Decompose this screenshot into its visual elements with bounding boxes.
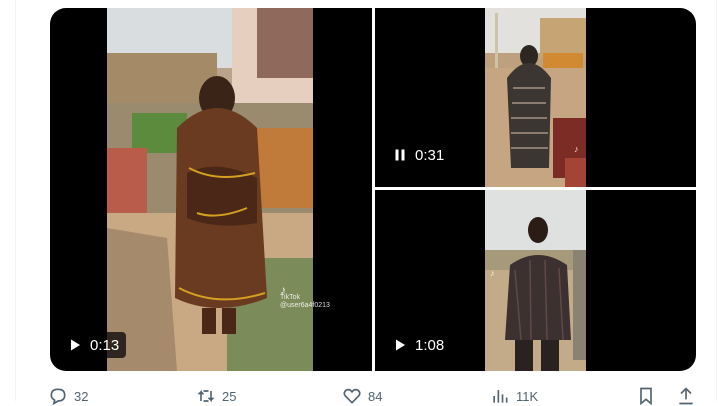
media-grid: ♪ TikTok @user6a4f0213 0:13 ♪ 0:31 ♪ 1:0… — [50, 8, 696, 371]
timeline-border-right — [716, 0, 717, 401]
share-button[interactable] — [676, 386, 696, 406]
video-duration-badge-1: 0:13 — [62, 332, 127, 358]
video-duration-2: 0:31 — [415, 146, 445, 164]
like-button[interactable]: 84 — [342, 386, 382, 406]
video-thumbnail-2 — [485, 8, 586, 187]
views-count: 11K — [516, 388, 539, 404]
timeline-border-left — [15, 0, 16, 401]
retweet-icon — [197, 389, 215, 403]
views-button[interactable]: 11K — [490, 386, 538, 406]
play-icon[interactable] — [393, 338, 407, 352]
video-thumbnail-3 — [485, 190, 586, 371]
reply-count: 32 — [74, 388, 89, 404]
play-icon[interactable] — [68, 338, 82, 352]
pause-icon[interactable] — [393, 148, 407, 162]
video-duration-badge-3: 1:08 — [387, 332, 451, 358]
video-tile-2[interactable]: ♪ 0:31 — [375, 8, 696, 187]
share-icon — [679, 387, 693, 405]
like-count: 84 — [368, 388, 383, 404]
tiktok-brand-text: TikTok — [280, 294, 300, 301]
video-tile-3[interactable]: ♪ 1:08 — [375, 190, 696, 371]
tiktok-handle-text: @user6a4f0213 — [280, 302, 330, 309]
tiktok-watermark-3: ♪ — [490, 268, 495, 278]
video-duration-1: 0:13 — [90, 336, 120, 354]
tiktok-watermark: ♪ TikTok @user6a4f0213 — [280, 283, 330, 310]
reply-icon — [50, 388, 66, 406]
retweet-count: 25 — [222, 388, 237, 404]
tiktok-logo-icon: ♪ — [490, 268, 495, 278]
tiktok-logo-icon: ♪ — [574, 144, 579, 154]
tiktok-logo-icon: ♪ — [280, 283, 286, 297]
reply-button[interactable]: 32 — [48, 386, 88, 406]
tiktok-watermark-2: ♪ — [574, 144, 579, 154]
video-duration-badge-2: 0:31 — [387, 142, 451, 168]
video-tile-1[interactable]: ♪ TikTok @user6a4f0213 0:13 — [50, 8, 372, 371]
video-duration-3: 1:08 — [415, 336, 445, 354]
video-thumbnail-1 — [107, 8, 313, 371]
tweet-action-bar: 32 25 84 11K — [48, 386, 698, 406]
retweet-button[interactable]: 25 — [196, 386, 236, 406]
heart-icon — [343, 388, 361, 404]
views-chart-icon — [493, 390, 508, 403]
bookmark-button[interactable] — [636, 386, 656, 406]
bookmark-icon — [640, 387, 652, 406]
